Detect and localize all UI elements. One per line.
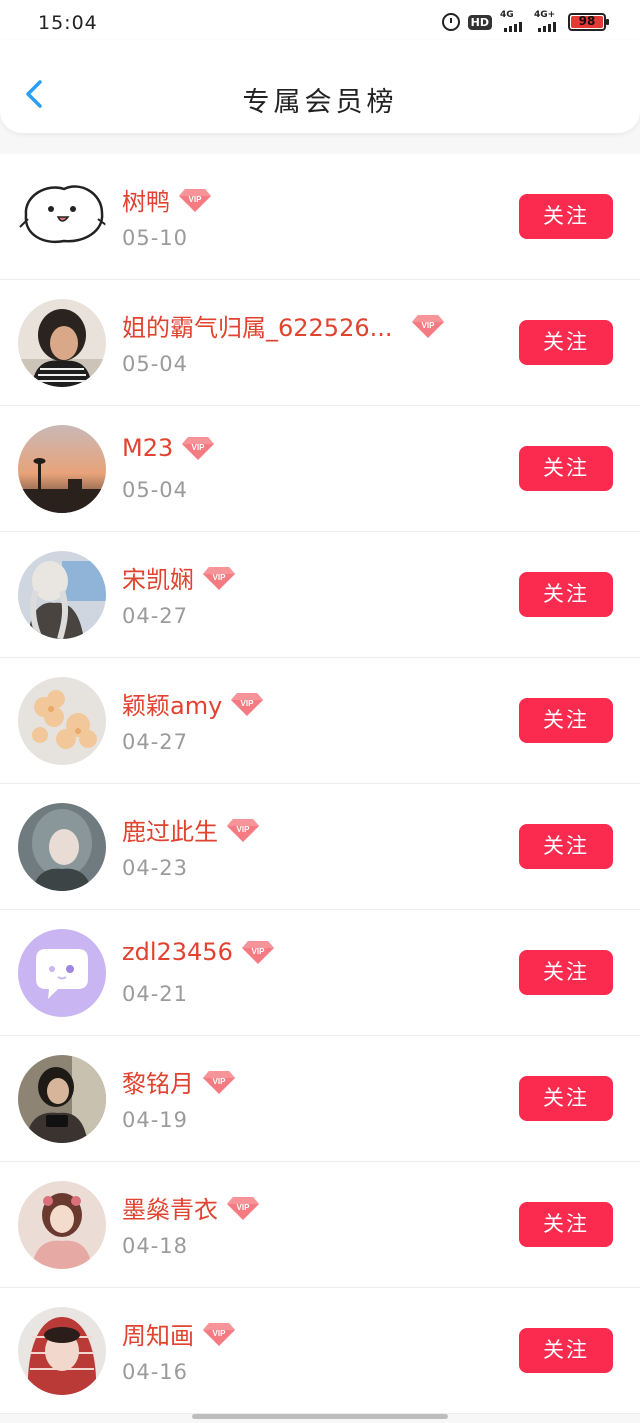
- member-row[interactable]: zdl23456 VIP 04-21 关注: [0, 910, 640, 1036]
- follow-button[interactable]: 关注: [519, 698, 613, 743]
- follow-button[interactable]: 关注: [519, 1076, 613, 1121]
- vip-diamond-icon: VIP: [202, 1069, 236, 1095]
- member-date: 04-18: [122, 1234, 189, 1258]
- member-row[interactable]: 鹿过此生 VIP 04-23 关注: [0, 784, 640, 910]
- cartoon-face-avatar[interactable]: [18, 173, 106, 261]
- signal-icon-2: 4G+: [534, 10, 560, 32]
- member-name-line: 宋凯娴 VIP: [122, 560, 236, 595]
- svg-text:VIP: VIP: [241, 699, 255, 708]
- follow-button[interactable]: 关注: [519, 1328, 613, 1373]
- member-name-line: 黎铭月 VIP: [122, 1064, 236, 1099]
- member-date: 04-27: [122, 604, 189, 628]
- member-name: M23: [122, 434, 174, 462]
- member-date: 04-19: [122, 1108, 189, 1132]
- svg-text:VIP: VIP: [421, 321, 435, 330]
- member-date: 05-10: [122, 226, 189, 250]
- vip-diamond-icon: VIP: [226, 1195, 260, 1221]
- svg-text:VIP: VIP: [213, 1329, 227, 1338]
- member-row[interactable]: 墨燊青衣 VIP 04-18 关注: [0, 1162, 640, 1288]
- vip-diamond-icon: VIP: [230, 691, 264, 717]
- follow-button[interactable]: 关注: [519, 320, 613, 365]
- member-row[interactable]: 黎铭月 VIP 04-19 关注: [0, 1036, 640, 1162]
- home-indicator[interactable]: [192, 1414, 448, 1419]
- member-name: 墨燊青衣: [122, 1196, 218, 1224]
- page-title: 专属会员榜: [242, 87, 398, 118]
- flower-avatar[interactable]: [18, 677, 106, 765]
- member-row[interactable]: 树鸭 VIP 05-10 关注: [0, 154, 640, 280]
- vip-diamond-icon: VIP: [241, 939, 275, 965]
- alarm-icon: [441, 13, 460, 31]
- member-list: 树鸭 VIP 05-10 关注 姐的霸气归属_622526... VIP 05-…: [0, 154, 640, 1414]
- illustrated-girl-avatar[interactable]: [18, 1181, 106, 1269]
- svg-text:VIP: VIP: [189, 195, 203, 204]
- member-name: 颖颖amy: [122, 692, 223, 720]
- woman-photo-avatar[interactable]: [18, 299, 106, 387]
- svg-text:VIP: VIP: [237, 1203, 251, 1212]
- member-row[interactable]: 宋凯娴 VIP 04-27 关注: [0, 532, 640, 658]
- member-row[interactable]: 姐的霸气归属_622526... VIP 05-04 关注: [0, 280, 640, 406]
- member-row[interactable]: M23 VIP 05-04 关注: [0, 406, 640, 532]
- svg-text:VIP: VIP: [213, 1077, 227, 1086]
- member-date: 04-27: [122, 730, 189, 754]
- hd-icon: HD: [467, 14, 492, 30]
- member-name: 宋凯娴: [122, 566, 194, 594]
- status-time: 15:04: [38, 12, 98, 34]
- sunset-tower-avatar[interactable]: [18, 425, 106, 513]
- member-name: 周知画: [122, 1322, 194, 1350]
- red-hood-girl-avatar[interactable]: [18, 1307, 106, 1395]
- member-date: 05-04: [122, 478, 189, 502]
- member-name: zdl23456: [122, 938, 233, 966]
- follow-button[interactable]: 关注: [519, 950, 613, 995]
- status-icons: HD 4G 4G+ 98: [441, 10, 609, 32]
- member-name: 黎铭月: [122, 1070, 194, 1098]
- member-name-line: M23 VIP: [122, 434, 215, 462]
- member-name-line: 姐的霸气归属_622526... VIP: [122, 308, 445, 343]
- vip-diamond-icon: VIP: [202, 1321, 236, 1347]
- member-name-line: 周知画 VIP: [122, 1316, 236, 1351]
- svg-text:VIP: VIP: [251, 947, 265, 956]
- vip-diamond-icon: VIP: [202, 565, 236, 591]
- girl-camera-avatar[interactable]: [18, 1055, 106, 1143]
- member-row[interactable]: 颖颖amy VIP 04-27 关注: [0, 658, 640, 784]
- follow-button[interactable]: 关注: [519, 446, 613, 491]
- member-name: 鹿过此生: [122, 818, 218, 846]
- svg-text:VIP: VIP: [213, 573, 227, 582]
- header-bar: 专属会员榜: [0, 40, 640, 133]
- grey-hair-girl-avatar[interactable]: [18, 803, 106, 891]
- member-date: 05-04: [122, 352, 189, 376]
- member-date: 04-23: [122, 856, 189, 880]
- signal-icon-1: 4G: [500, 10, 526, 32]
- member-name: 树鸭: [122, 188, 170, 216]
- member-name: 姐的霸气归属_622526...: [122, 314, 393, 342]
- follow-button[interactable]: 关注: [519, 1202, 613, 1247]
- vip-diamond-icon: VIP: [178, 187, 212, 213]
- girl-photo-avatar[interactable]: [18, 551, 106, 639]
- member-name-line: 鹿过此生 VIP: [122, 812, 260, 847]
- member-row[interactable]: 周知画 VIP 04-16 关注: [0, 1288, 640, 1414]
- member-name-line: zdl23456 VIP: [122, 938, 275, 966]
- member-name-line: 颖颖amy VIP: [122, 686, 264, 721]
- vip-diamond-icon: VIP: [226, 817, 260, 843]
- member-name-line: 墨燊青衣 VIP: [122, 1190, 260, 1225]
- member-name-line: 树鸭 VIP: [122, 182, 212, 217]
- member-date: 04-21: [122, 982, 189, 1006]
- vip-diamond-icon: VIP: [411, 313, 445, 339]
- follow-button[interactable]: 关注: [519, 194, 613, 239]
- vip-diamond-icon: VIP: [181, 435, 215, 461]
- svg-text:VIP: VIP: [237, 825, 251, 834]
- follow-button[interactable]: 关注: [519, 572, 613, 617]
- battery-icon: 98: [568, 13, 609, 31]
- member-date: 04-16: [122, 1360, 189, 1384]
- chat-bubble-default-avatar[interactable]: [18, 929, 106, 1017]
- follow-button[interactable]: 关注: [519, 824, 613, 869]
- svg-text:VIP: VIP: [192, 443, 206, 452]
